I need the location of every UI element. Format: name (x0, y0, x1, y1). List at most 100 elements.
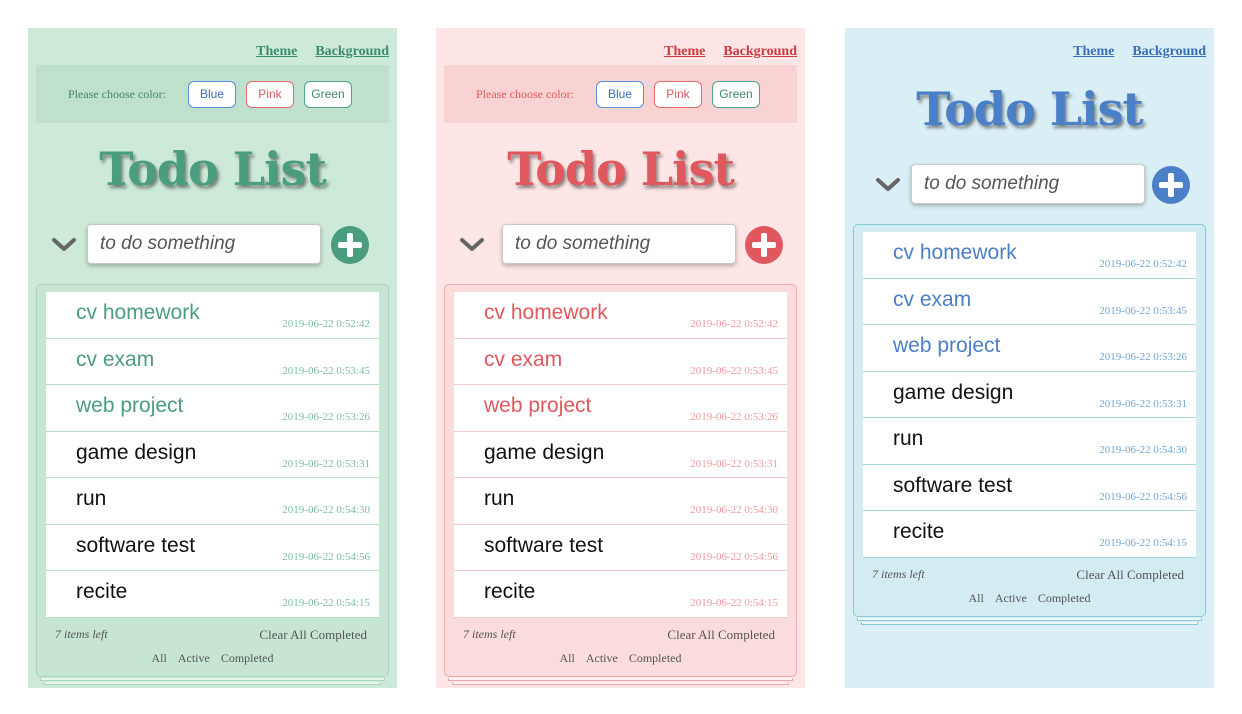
green-button[interactable]: Green (711, 80, 760, 108)
todo-text: game design (484, 440, 605, 464)
filter-bar: All Active Completed (454, 651, 787, 666)
list-stack-edge (857, 618, 1202, 621)
list-item[interactable]: cv homework 2019-06-22 0:52:42 (454, 292, 787, 339)
todo-text: cv homework (484, 301, 608, 324)
pink-button[interactable]: Pink (653, 80, 702, 108)
background-link[interactable]: Background (1132, 44, 1206, 60)
list-item[interactable]: cv homework 2019-06-22 0:52:42 (863, 232, 1196, 279)
background-link[interactable]: Background (723, 44, 797, 60)
todo-date: 2019-06-22 0:53:31 (282, 457, 370, 470)
add-icon[interactable] (744, 225, 784, 265)
list-item[interactable]: game design 2019-06-22 0:53:31 (454, 431, 787, 478)
todo-date: 2019-06-22 0:53:45 (690, 364, 778, 377)
filter-completed[interactable]: Completed (221, 651, 274, 665)
items-left-count: 7 items left (463, 627, 516, 641)
todo-date: 2019-06-22 0:53:45 (282, 364, 370, 377)
chevron-down-icon[interactable] (51, 235, 77, 255)
pink-button[interactable]: Pink (245, 80, 294, 108)
todo-date: 2019-06-22 0:53:26 (690, 411, 778, 423)
list-item[interactable]: game design 2019-06-22 0:53:31 (46, 431, 379, 478)
list-item[interactable]: recite 2019-06-22 0:54:15 (863, 511, 1196, 558)
todo-date: 2019-06-22 0:52:42 (690, 318, 778, 330)
list-item[interactable]: web project 2019-06-22 0:53:26 (454, 385, 787, 432)
list-item[interactable]: run 2019-06-22 0:54:30 (454, 478, 787, 525)
todo-date: 2019-06-22 0:53:26 (282, 411, 370, 423)
background-link[interactable]: Background (315, 44, 389, 60)
filter-active[interactable]: Active (995, 591, 1027, 605)
todo-input[interactable] (87, 224, 321, 264)
list-item[interactable]: cv exam 2019-06-22 0:53:45 (454, 338, 787, 385)
list-item[interactable]: web project 2019-06-22 0:53:26 (863, 325, 1196, 372)
theme-link[interactable]: Theme (256, 44, 297, 60)
blue-button[interactable]: Blue (595, 80, 644, 108)
todo-date: 2019-06-22 0:53:31 (1099, 397, 1187, 410)
todo-input[interactable] (911, 164, 1145, 204)
clear-completed-button[interactable]: Clear All Completed (667, 627, 775, 643)
todo-list: cv homework 2019-06-22 0:52:42 cv exam 201… (444, 284, 797, 677)
chooser-label: Please choose color: (68, 86, 166, 101)
filter-active[interactable]: Active (586, 651, 618, 665)
list-stack-edge (448, 678, 793, 681)
filter-bar: All Active Completed (46, 651, 379, 666)
filter-all[interactable]: All (968, 591, 983, 605)
todo-text: recite (484, 580, 536, 603)
list-item[interactable]: software test 2019-06-22 0:54:56 (863, 464, 1196, 511)
todo-text: cv exam (484, 347, 563, 371)
input-row (436, 224, 805, 268)
chevron-down-icon[interactable] (459, 235, 485, 255)
list-item[interactable]: recite 2019-06-22 0:54:15 (454, 571, 787, 618)
list-stack-edge (44, 682, 381, 685)
header-links: Theme Background (256, 44, 389, 60)
panel-pink-theme: Theme Background Please choose color: Bl… (436, 28, 805, 688)
clear-completed-button[interactable]: Clear All Completed (1076, 567, 1184, 583)
list-item[interactable]: software test 2019-06-22 0:54:56 (46, 524, 379, 571)
list-stack-edge (40, 678, 385, 681)
todo-date: 2019-06-22 0:54:30 (1099, 444, 1187, 456)
list-item[interactable]: run 2019-06-22 0:54:30 (863, 418, 1196, 465)
filter-active[interactable]: Active (178, 651, 210, 665)
todo-text: game design (76, 440, 197, 464)
page-title: Todo List (507, 142, 734, 196)
todo-text: cv exam (76, 347, 155, 371)
filter-completed[interactable]: Completed (1038, 591, 1091, 605)
green-button[interactable]: Green (303, 80, 352, 108)
items-left-count: 7 items left (55, 627, 108, 641)
list-item[interactable]: web project 2019-06-22 0:53:26 (46, 385, 379, 432)
filter-all[interactable]: All (151, 651, 166, 665)
todo-date: 2019-06-22 0:54:56 (1099, 490, 1187, 503)
color-chooser: Please choose color: Blue Pink Green (444, 65, 797, 123)
add-icon[interactable] (330, 225, 370, 265)
todo-date: 2019-06-22 0:54:15 (282, 597, 370, 609)
todo-date: 2019-06-22 0:53:31 (690, 457, 778, 470)
todo-text: software test (484, 533, 604, 557)
color-chooser: Please choose color: Blue Pink Green (36, 65, 389, 123)
theme-link[interactable]: Theme (664, 44, 705, 60)
header-links: Theme Background (1073, 44, 1206, 60)
todo-list: cv homework 2019-06-22 0:52:42 cv exam 201… (853, 224, 1206, 617)
todo-date: 2019-06-22 0:54:15 (1099, 537, 1187, 549)
list-item[interactable]: recite 2019-06-22 0:54:15 (46, 571, 379, 618)
blue-button[interactable]: Blue (187, 80, 236, 108)
todo-date: 2019-06-22 0:53:45 (1099, 304, 1187, 317)
todo-text: software test (893, 473, 1013, 497)
list-item[interactable]: cv homework 2019-06-22 0:52:42 (46, 292, 379, 339)
list-stack-edge (861, 622, 1198, 625)
todo-text: run (484, 487, 515, 510)
list-item[interactable]: cv exam 2019-06-22 0:53:45 (863, 278, 1196, 325)
todo-date: 2019-06-22 0:52:42 (1099, 258, 1187, 270)
list-item[interactable]: software test 2019-06-22 0:54:56 (454, 524, 787, 571)
filter-completed[interactable]: Completed (629, 651, 682, 665)
input-row (845, 164, 1214, 208)
todo-text: recite (893, 520, 945, 543)
add-icon[interactable] (1151, 165, 1191, 205)
chevron-down-icon[interactable] (875, 175, 901, 195)
list-item[interactable]: run 2019-06-22 0:54:30 (46, 478, 379, 525)
list-item[interactable]: cv exam 2019-06-22 0:53:45 (46, 338, 379, 385)
todo-text: web project (76, 394, 184, 417)
clear-completed-button[interactable]: Clear All Completed (259, 627, 367, 643)
panel-blue-theme: Theme Background Todo List cv homework 20… (845, 28, 1214, 688)
filter-all[interactable]: All (559, 651, 574, 665)
theme-link[interactable]: Theme (1073, 44, 1114, 60)
list-item[interactable]: game design 2019-06-22 0:53:31 (863, 371, 1196, 418)
todo-input[interactable] (502, 224, 736, 264)
